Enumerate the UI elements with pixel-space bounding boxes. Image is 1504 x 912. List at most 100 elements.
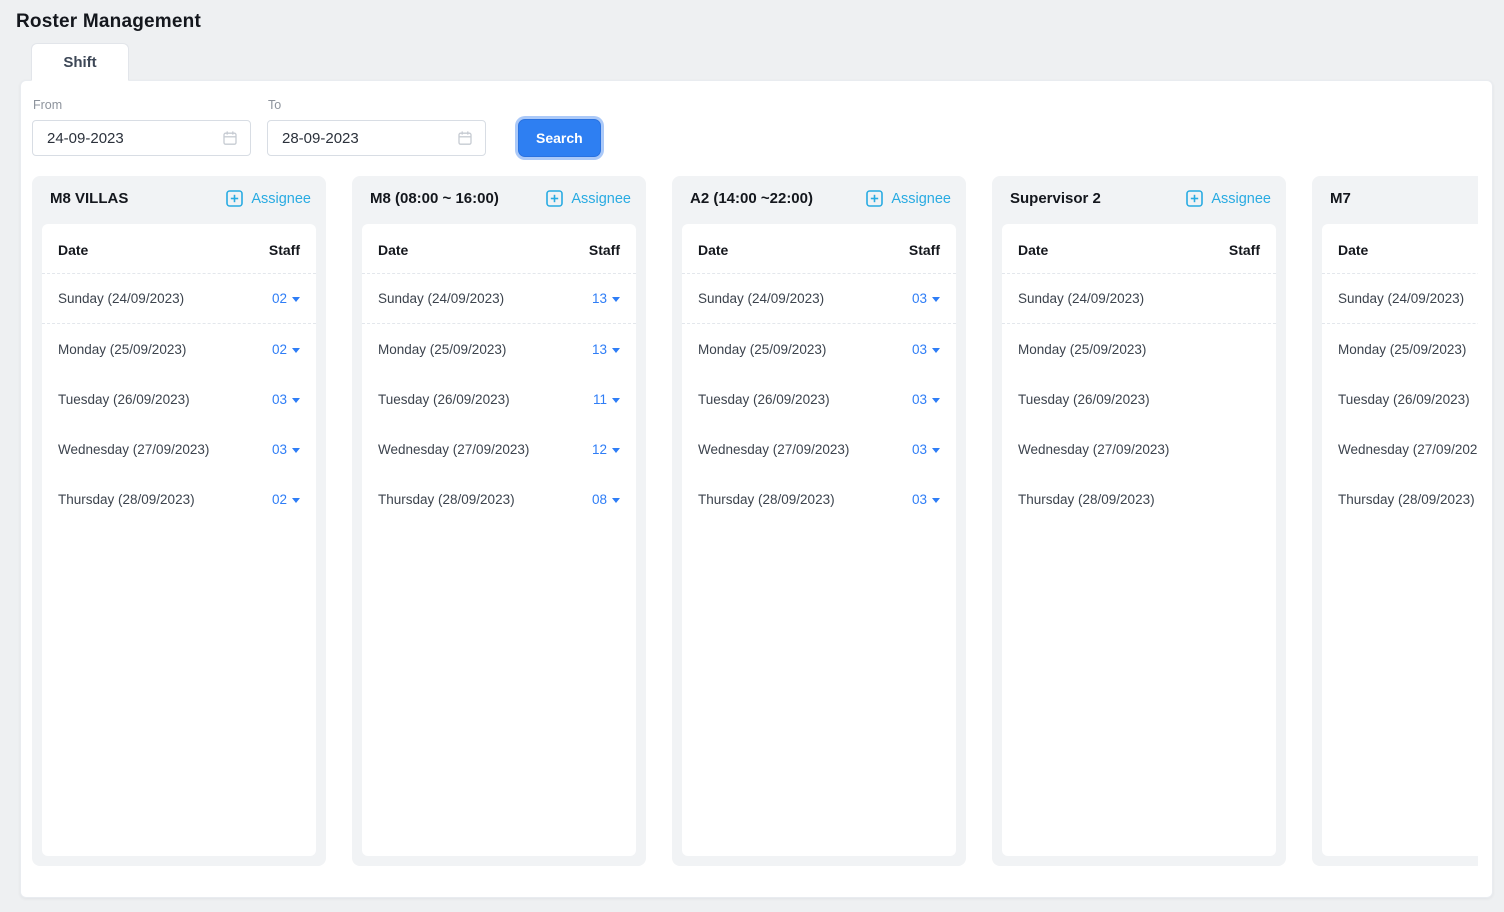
- date-column-header: Date: [378, 242, 408, 258]
- from-date-value[interactable]: [45, 129, 205, 148]
- row-date: Wednesday (27/09/2023): [1018, 442, 1169, 457]
- caret-down-icon: [612, 297, 620, 302]
- staff-count: 03: [912, 392, 927, 407]
- shift-date-row: Thursday (28/09/2023): [1002, 474, 1276, 524]
- add-assignee-button[interactable]: Assignee: [546, 190, 631, 207]
- assignee-label: Assignee: [251, 191, 311, 207]
- staff-count-dropdown[interactable]: 03: [912, 442, 940, 457]
- shift-date-row: Thursday (28/09/2023) 02: [42, 474, 316, 524]
- staff-count-dropdown[interactable]: 03: [912, 492, 940, 507]
- staff-count: 13: [592, 291, 607, 306]
- shift-date-row: Sunday (24/09/2023): [1322, 274, 1478, 324]
- shift-table-body: Sunday (24/09/2023) Monday (25/09/2023) …: [1322, 274, 1478, 524]
- row-date: Wednesday (27/09/2023): [378, 442, 529, 457]
- staff-count-dropdown[interactable]: 03: [272, 442, 300, 457]
- row-date: Tuesday (26/09/2023): [378, 392, 510, 407]
- shift-table-body: Sunday (24/09/2023) Monday (25/09/2023) …: [1002, 274, 1276, 524]
- staff-count: 02: [272, 342, 287, 357]
- from-date-input[interactable]: [32, 120, 251, 156]
- shift-table: Date Staff Sunday (24/09/2023) 02 Monday…: [42, 224, 316, 856]
- shift-date-row: Thursday (28/09/2023): [1322, 474, 1478, 524]
- to-date-input[interactable]: [267, 120, 486, 156]
- shift-table: Date Staff Sunday (24/09/2023) 03 Monday…: [682, 224, 956, 856]
- page-title: Roster Management: [0, 0, 1504, 33]
- shift-date-row: Thursday (28/09/2023) 03: [682, 474, 956, 524]
- shift-date-row: Monday (25/09/2023) 03: [682, 324, 956, 374]
- staff-count-dropdown[interactable]: 02: [272, 342, 300, 357]
- staff-column-header: Staff: [1229, 242, 1260, 258]
- tab-shift[interactable]: Shift: [31, 43, 129, 81]
- shift-table-body: Sunday (24/09/2023) 03 Monday (25/09/202…: [682, 274, 956, 524]
- to-label: To: [268, 98, 486, 112]
- shift-card: M7 Assignee Date Staff Sunday (24/09/202…: [1312, 176, 1478, 866]
- shift-date-row: Wednesday (27/09/2023): [1002, 424, 1276, 474]
- shift-card-header: M8 (08:00 ~ 16:00) Assignee: [362, 186, 636, 207]
- row-date: Monday (25/09/2023): [1338, 342, 1466, 357]
- shift-date-row: Sunday (24/09/2023) 13: [362, 274, 636, 324]
- row-date: Thursday (28/09/2023): [1018, 492, 1155, 507]
- staff-count-dropdown[interactable]: 13: [592, 291, 620, 306]
- staff-count-dropdown[interactable]: 03: [912, 342, 940, 357]
- to-date-value[interactable]: [280, 129, 440, 148]
- staff-count-dropdown[interactable]: 03: [912, 392, 940, 407]
- staff-count-dropdown[interactable]: 08: [592, 492, 620, 507]
- calendar-icon[interactable]: [222, 130, 238, 146]
- row-date: Monday (25/09/2023): [1018, 342, 1146, 357]
- shift-date-row: Sunday (24/09/2023) 02: [42, 274, 316, 324]
- shift-card: M8 (08:00 ~ 16:00) Assignee Date Staff S…: [352, 176, 646, 866]
- caret-down-icon: [932, 348, 940, 353]
- staff-count-dropdown[interactable]: 03: [912, 291, 940, 306]
- caret-down-icon: [292, 398, 300, 403]
- caret-down-icon: [292, 348, 300, 353]
- assignee-label: Assignee: [571, 191, 631, 207]
- row-date: Tuesday (26/09/2023): [1338, 392, 1470, 407]
- shift-date-row: Tuesday (26/09/2023) 11: [362, 374, 636, 424]
- staff-count: 11: [593, 392, 607, 407]
- add-assignee-button[interactable]: Assignee: [226, 190, 311, 207]
- staff-column-header: Staff: [269, 242, 300, 258]
- row-date: Wednesday (27/09/2023): [698, 442, 849, 457]
- staff-count-dropdown[interactable]: 11: [593, 392, 620, 407]
- shift-table-header: Date Staff: [1322, 224, 1478, 274]
- search-button[interactable]: Search: [518, 119, 601, 157]
- staff-count-dropdown[interactable]: 02: [272, 291, 300, 306]
- caret-down-icon: [932, 398, 940, 403]
- staff-column-header: Staff: [909, 242, 940, 258]
- shift-date-row: Tuesday (26/09/2023): [1002, 374, 1276, 424]
- caret-down-icon: [292, 498, 300, 503]
- shift-date-row: Wednesday (27/09/2023) 03: [682, 424, 956, 474]
- staff-count: 08: [592, 492, 607, 507]
- add-assignee-button[interactable]: Assignee: [1186, 190, 1271, 207]
- shift-card-title: A2 (14:00 ~22:00): [690, 190, 813, 207]
- row-date: Wednesday (27/09/2023): [1338, 442, 1478, 457]
- to-field-group: To: [267, 98, 486, 156]
- caret-down-icon: [292, 297, 300, 302]
- staff-count: 03: [912, 442, 927, 457]
- staff-count-dropdown[interactable]: 13: [592, 342, 620, 357]
- calendar-icon[interactable]: [457, 130, 473, 146]
- shift-card-header: M7 Assignee: [1322, 186, 1478, 207]
- shift-date-row: Sunday (24/09/2023) 03: [682, 274, 956, 324]
- from-field-group: From: [32, 98, 251, 156]
- row-date: Thursday (28/09/2023): [1338, 492, 1475, 507]
- staff-count-dropdown[interactable]: 03: [272, 392, 300, 407]
- staff-count: 03: [912, 291, 927, 306]
- add-assignee-button[interactable]: Assignee: [866, 190, 951, 207]
- shift-date-row: Sunday (24/09/2023): [1002, 274, 1276, 324]
- assignee-label: Assignee: [1211, 191, 1271, 207]
- staff-count-dropdown[interactable]: 02: [272, 492, 300, 507]
- staff-count-dropdown[interactable]: 12: [592, 442, 620, 457]
- row-date: Monday (25/09/2023): [378, 342, 506, 357]
- row-date: Thursday (28/09/2023): [378, 492, 515, 507]
- row-date: Sunday (24/09/2023): [378, 291, 504, 306]
- plus-square-icon: [1186, 190, 1203, 207]
- shift-date-row: Wednesday (27/09/2023) 03: [42, 424, 316, 474]
- date-column-header: Date: [1338, 242, 1368, 258]
- staff-count: 12: [592, 442, 607, 457]
- caret-down-icon: [932, 297, 940, 302]
- caret-down-icon: [612, 448, 620, 453]
- row-date: Tuesday (26/09/2023): [1018, 392, 1150, 407]
- shift-date-row: Tuesday (26/09/2023) 03: [682, 374, 956, 424]
- shift-card-title: Supervisor 2: [1010, 190, 1101, 207]
- shift-cards-scroll[interactable]: M8 VILLAS Assignee Date Staff Sunday (24…: [32, 176, 1478, 876]
